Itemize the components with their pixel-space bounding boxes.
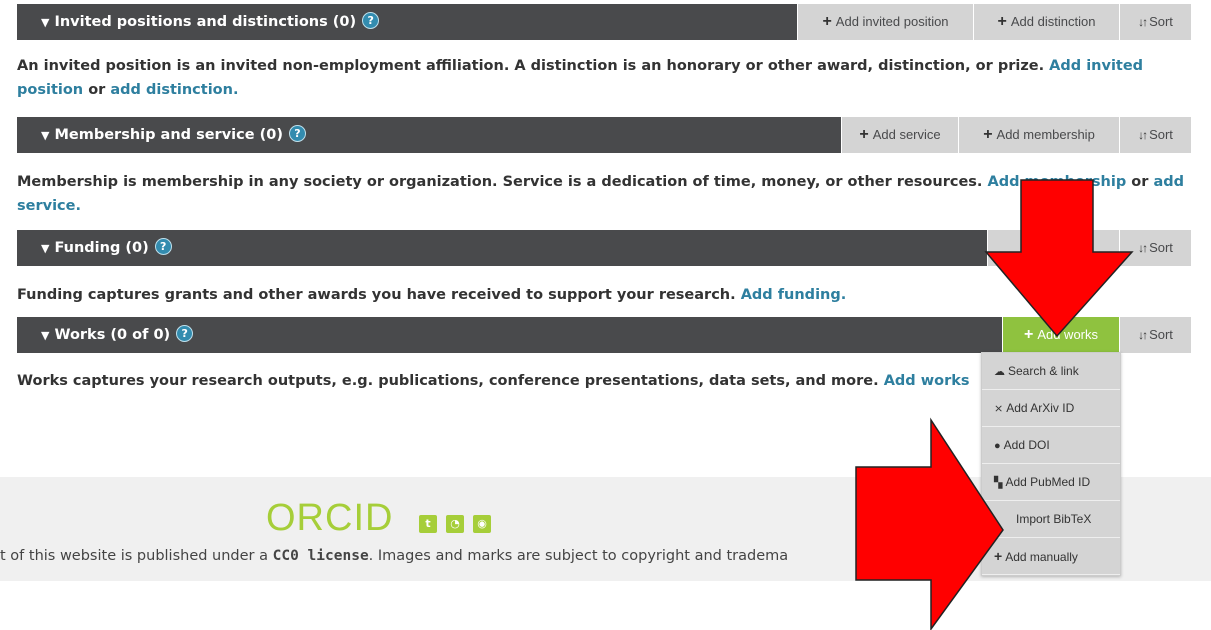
section-title[interactable]: ▼ Works (0 of 0)? [41,317,194,354]
section-title-text: Invited positions and distinctions (0) [54,14,357,30]
orcid-logo[interactable]: ORCID [266,497,393,540]
add-membership-link[interactable]: Add membership [987,174,1126,190]
add-distinction-link[interactable]: add distinction. [110,82,238,98]
section-description: Membership is membership in any society … [17,174,1185,214]
chevron-down-icon: ▼ [41,329,50,342]
sort-button[interactable]: ↓↑ Sort [1120,317,1191,353]
add-funding-button[interactable]: + [988,230,1119,266]
section-title-text: Funding (0) [54,240,149,256]
help-icon[interactable]: ? [362,11,380,29]
sort-button[interactable]: ↓↑ Sort [1120,4,1191,40]
plus-icon: + [997,13,1007,30]
help-icon[interactable]: ? [154,237,172,255]
add-membership-button[interactable]: + Add membership [959,117,1119,153]
help-icon[interactable]: ? [288,124,306,142]
section-title[interactable]: ▼ Invited positions and distinctions (0)? [41,4,380,41]
rss-icon[interactable]: ◔ [446,515,464,533]
sort-icon: ↓↑ [1138,241,1148,255]
chevron-down-icon: ▼ [41,129,50,142]
add-service-button[interactable]: + Add service [842,117,958,153]
chevron-down-icon: ▼ [41,242,50,255]
add-works-link[interactable]: Add works [884,373,970,389]
add-works-button[interactable]: + Add works [1003,317,1119,353]
add-works-dropdown: ☁ Search & link ⨯ Add ArXiv ID ● Add DOI ▚ A… [981,352,1121,576]
section-description: Works captures your research outputs, e.… [17,373,970,389]
section-header-funding[interactable]: ▼ Funding (0)? [17,230,987,266]
import-bibtex-item[interactable]: Import BibTeX [982,501,1120,538]
github-icon[interactable]: ◉ [473,515,491,533]
section-header-invited-positions[interactable]: ▼ Invited positions and distinctions (0)? [17,4,797,40]
twitter-icon[interactable]: t [419,515,437,533]
doi-icon: ● [994,440,1001,452]
add-pubmed-item[interactable]: ▚ Add PubMed ID [982,464,1120,501]
sort-button[interactable]: ↓↑ Sort [1120,230,1191,266]
plus-icon: + [822,13,832,30]
section-title[interactable]: ▼ Funding (0)? [41,230,172,267]
pubmed-icon: ▚ [994,477,1003,489]
sort-icon: ↓↑ [1138,328,1148,342]
section-description: An invited position is an invited non-em… [17,58,1144,98]
plus-icon: + [1046,239,1057,256]
section-title-text: Works (0 of 0) [54,327,171,343]
section-title-text: Membership and service (0) [54,127,283,143]
section-header-membership-service[interactable]: ▼ Membership and service (0)? [17,117,841,153]
plus-icon: + [1023,326,1034,343]
section-header-works[interactable]: ▼ Works (0 of 0)? [17,317,1002,353]
section-description: Funding captures grants and other awards… [17,287,847,303]
footer-license-text: t of this website is published under a C… [0,548,789,564]
arxiv-icon: ⨯ [994,403,1004,415]
add-invited-position-button[interactable]: + Add invited position [798,4,973,40]
add-funding-link[interactable]: Add funding. [741,287,847,303]
plus-icon: + [994,548,1003,564]
chevron-down-icon: ▼ [41,16,50,29]
plus-icon: + [983,126,993,143]
help-icon[interactable]: ? [176,324,194,342]
cloud-upload-icon: ☁ [994,366,1005,378]
cc0-license-link[interactable]: CC0 license [273,548,369,564]
sort-button[interactable]: ↓↑ Sort [1120,117,1191,153]
sort-icon: ↓↑ [1138,15,1148,29]
add-manually-item[interactable]: + Add manually [982,538,1120,575]
add-doi-item[interactable]: ● Add DOI [982,427,1120,464]
plus-icon: + [859,126,869,143]
sort-icon: ↓↑ [1138,128,1148,142]
add-distinction-button[interactable]: + Add distinction [974,4,1119,40]
search-link-item[interactable]: ☁ Search & link [982,353,1120,390]
add-arxiv-item[interactable]: ⨯ Add ArXiv ID [982,390,1120,427]
section-title[interactable]: ▼ Membership and service (0)? [41,117,306,154]
